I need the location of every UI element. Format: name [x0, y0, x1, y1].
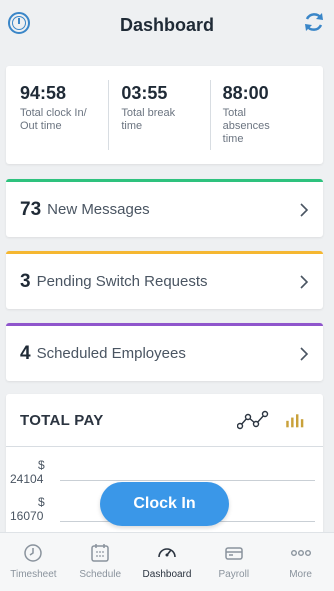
tick-currency: $: [38, 495, 45, 509]
stats-card: 94:58 Total clock In/ Out time 03:55 Tot…: [6, 66, 323, 164]
chevron-right-icon: [300, 274, 309, 289]
row-label: Scheduled Employees: [36, 345, 186, 362]
pending-switch-requests-row[interactable]: 3 Pending Switch Requests: [6, 251, 323, 309]
stat-absences-time: 88:00 Total absences time: [209, 80, 311, 150]
total-pay-header: TOTAL PAY: [6, 394, 323, 447]
tab-label: Schedule: [79, 569, 122, 580]
tick-amount: 24104: [10, 472, 44, 486]
tab-schedule[interactable]: Schedule: [67, 533, 134, 591]
more-dots-icon: [290, 549, 311, 556]
row-count: 73: [20, 198, 42, 220]
app-logo-icon[interactable]: [8, 12, 30, 34]
clock-icon: [24, 544, 43, 562]
tab-dashboard[interactable]: Dashboard: [134, 533, 201, 591]
tab-label: Timesheet: [10, 569, 57, 580]
chevron-right-icon: [300, 346, 309, 361]
stat-value: 03:55: [121, 83, 168, 103]
stat-label: Total absences time: [222, 107, 270, 145]
tab-payroll[interactable]: Payroll: [200, 533, 267, 591]
tab-more[interactable]: More: [267, 533, 334, 591]
stat-value: 88:00: [222, 83, 269, 103]
stat-break-time: 03:55 Total break time: [108, 80, 209, 150]
row-count: 3: [20, 270, 31, 292]
tab-timesheet[interactable]: Timesheet: [0, 533, 67, 591]
refresh-icon[interactable]: [302, 10, 326, 34]
scheduled-employees-row[interactable]: 4 Scheduled Employees: [6, 323, 323, 381]
chevron-right-icon: [300, 202, 309, 217]
bar-chart-icon[interactable]: [283, 409, 309, 431]
calendar-icon: [91, 544, 109, 562]
stat-value: 94:58: [20, 83, 67, 103]
bottom-tab-bar: Timesheet Schedule Dashboard Payroll Mor…: [0, 532, 334, 591]
row-count: 4: [20, 342, 31, 364]
gridline: [60, 480, 315, 481]
total-pay-title: TOTAL PAY: [20, 411, 104, 429]
wallet-icon: [225, 547, 243, 560]
tab-label: More: [289, 569, 312, 580]
tab-label: Payroll: [218, 569, 250, 580]
row-label: Pending Switch Requests: [36, 273, 208, 290]
tick-amount: 16070: [10, 509, 44, 523]
stat-label: Total break time: [121, 107, 176, 132]
tick-currency: $: [38, 458, 45, 472]
line-chart-icon[interactable]: [237, 409, 269, 431]
stat-label: Total clock In/ Out time: [20, 107, 87, 132]
stat-clock-time: 94:58 Total clock In/ Out time: [18, 80, 108, 150]
top-bar: Dashboard: [0, 0, 334, 50]
new-messages-row[interactable]: 73 New Messages: [6, 179, 323, 237]
page-title: Dashboard: [119, 14, 215, 35]
speedometer-icon: [158, 548, 176, 558]
tab-label: Dashboard: [142, 569, 192, 580]
row-label: New Messages: [47, 201, 150, 218]
clock-in-button[interactable]: Clock In: [100, 482, 229, 526]
